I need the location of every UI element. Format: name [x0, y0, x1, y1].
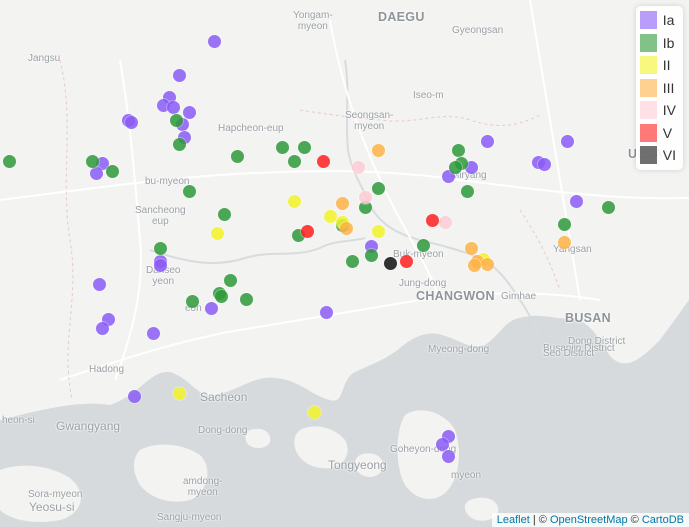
site-marker-ia[interactable]	[442, 449, 456, 463]
legend-label: VI	[662, 147, 676, 164]
legend-item: IV	[639, 99, 676, 122]
site-marker-iii[interactable]	[480, 257, 494, 271]
site-marker-ia[interactable]	[128, 389, 142, 403]
site-marker-ib[interactable]	[416, 238, 430, 252]
legend-label: II	[662, 57, 671, 74]
place-label: Dong-dong	[198, 425, 248, 436]
place-label: CHANGWON	[416, 289, 495, 303]
site-marker-iv[interactable]	[358, 191, 372, 205]
place-label: Gimhae	[501, 291, 537, 302]
legend-item: II	[639, 54, 676, 77]
place-label: Sangju-myeon	[157, 512, 222, 523]
site-marker-ia[interactable]	[92, 277, 106, 291]
site-marker-iii[interactable]	[339, 221, 353, 235]
legend-label: V	[662, 124, 673, 141]
map-canvas[interactable]: Yongam- myeon DAEGU Gyeongsan Jangsu Iseo-m S…	[0, 0, 689, 527]
place-label: Seo District	[543, 348, 595, 359]
site-marker-ib[interactable]	[169, 113, 183, 127]
site-marker-ia[interactable]	[124, 115, 138, 129]
place-label: Sora-myeon	[28, 489, 83, 500]
site-marker-ii[interactable]	[371, 225, 385, 238]
place-label: bu-myeon	[145, 176, 190, 187]
site-marker-ib[interactable]	[230, 149, 244, 163]
place-label: Jung-dong	[399, 278, 447, 289]
site-marker-ib[interactable]	[602, 200, 616, 214]
legend-label: Ia	[662, 12, 675, 29]
site-marker-ia[interactable]	[172, 68, 186, 82]
leaflet-link[interactable]: Leaflet	[497, 514, 530, 526]
site-marker-iv[interactable]	[438, 215, 452, 229]
cartodb-link[interactable]: CartoDB	[642, 514, 684, 526]
place-label: Sacheon	[200, 390, 248, 404]
site-marker-iii[interactable]	[371, 144, 385, 158]
legend-item: V	[639, 122, 676, 145]
place-label: Gwangyang	[56, 419, 121, 433]
place-label: Sancheong eup	[135, 205, 186, 227]
legend-swatch	[639, 101, 657, 120]
place-label: Hadong	[89, 364, 125, 375]
place-label: Gyeongsan	[452, 25, 504, 36]
site-marker-ib[interactable]	[217, 208, 231, 222]
place-label: myeon	[451, 470, 482, 481]
legend-swatch	[639, 123, 657, 142]
legend-label: III	[662, 79, 675, 96]
attribution: Leaflet | © OpenStreetMap © CartoDB	[491, 513, 689, 527]
place-label: heon-si	[2, 415, 35, 426]
site-marker-ii[interactable]	[172, 386, 186, 400]
place-label: Jangsu	[28, 53, 61, 64]
site-marker-ia[interactable]	[153, 258, 167, 272]
site-marker-ib[interactable]	[182, 185, 196, 199]
legend-swatch	[639, 56, 657, 75]
basemap	[0, 0, 689, 527]
place-label: Yeosu-si	[29, 500, 75, 514]
place-label: Yongam- myeon	[293, 10, 333, 32]
legend-swatch	[639, 78, 657, 97]
legend-swatch	[639, 33, 657, 52]
place-label: Tongyeong	[328, 458, 387, 472]
site-marker-iii[interactable]	[467, 258, 481, 272]
place-label: amdong- myeon	[183, 476, 223, 498]
site-marker-ia[interactable]	[147, 326, 161, 340]
place-label: Iseo-m	[413, 90, 444, 101]
site-marker-ib[interactable]	[557, 217, 571, 231]
legend-swatch	[639, 11, 657, 30]
legend-items: Ia Ib II III IV V VI	[639, 9, 676, 167]
legend-label: Ib	[662, 34, 675, 51]
legend-item: VI	[639, 144, 676, 167]
legend-item: Ib	[639, 32, 676, 55]
legend-item: Ia	[639, 9, 676, 32]
site-marker-ib[interactable]	[371, 181, 385, 195]
place-label: DAEGU	[378, 10, 425, 24]
site-marker-ia[interactable]	[435, 437, 449, 451]
site-marker-ib[interactable]	[240, 292, 254, 306]
site-marker-ia[interactable]	[480, 134, 494, 148]
site-marker-ia[interactable]	[166, 100, 180, 114]
legend: Ia Ib II III IV V VI	[635, 6, 683, 170]
legend-swatch	[639, 146, 657, 165]
site-marker-ia[interactable]	[89, 166, 103, 180]
place-label: BUSAN	[565, 311, 611, 325]
site-marker-ib[interactable]	[214, 289, 228, 303]
place-label: Hapcheon-eup	[218, 123, 284, 134]
site-marker-ib[interactable]	[153, 241, 167, 255]
site-marker-ib[interactable]	[185, 294, 199, 308]
site-marker-ib[interactable]	[172, 137, 186, 151]
legend-label: IV	[662, 102, 676, 119]
site-marker-ib[interactable]	[275, 141, 289, 155]
site-marker-ii[interactable]	[307, 405, 321, 419]
place-label: Seongsan- myeon	[345, 110, 394, 132]
site-marker-iii[interactable]	[464, 241, 478, 255]
legend-item: III	[639, 77, 676, 100]
site-marker-ib[interactable]	[451, 144, 465, 158]
site-marker-iii[interactable]	[557, 236, 571, 250]
site-marker-ii[interactable]	[323, 209, 337, 223]
site-marker-v[interactable]	[426, 213, 440, 227]
place-label: Myeong-dong	[428, 344, 490, 355]
site-marker-ia[interactable]	[560, 134, 574, 148]
attribution-separator-2: ©	[627, 514, 642, 526]
site-marker-ib[interactable]	[105, 164, 119, 178]
osm-link[interactable]: OpenStreetMap	[550, 514, 628, 526]
site-marker-ib[interactable]	[448, 161, 462, 174]
attribution-separator-1: | ©	[529, 514, 550, 526]
